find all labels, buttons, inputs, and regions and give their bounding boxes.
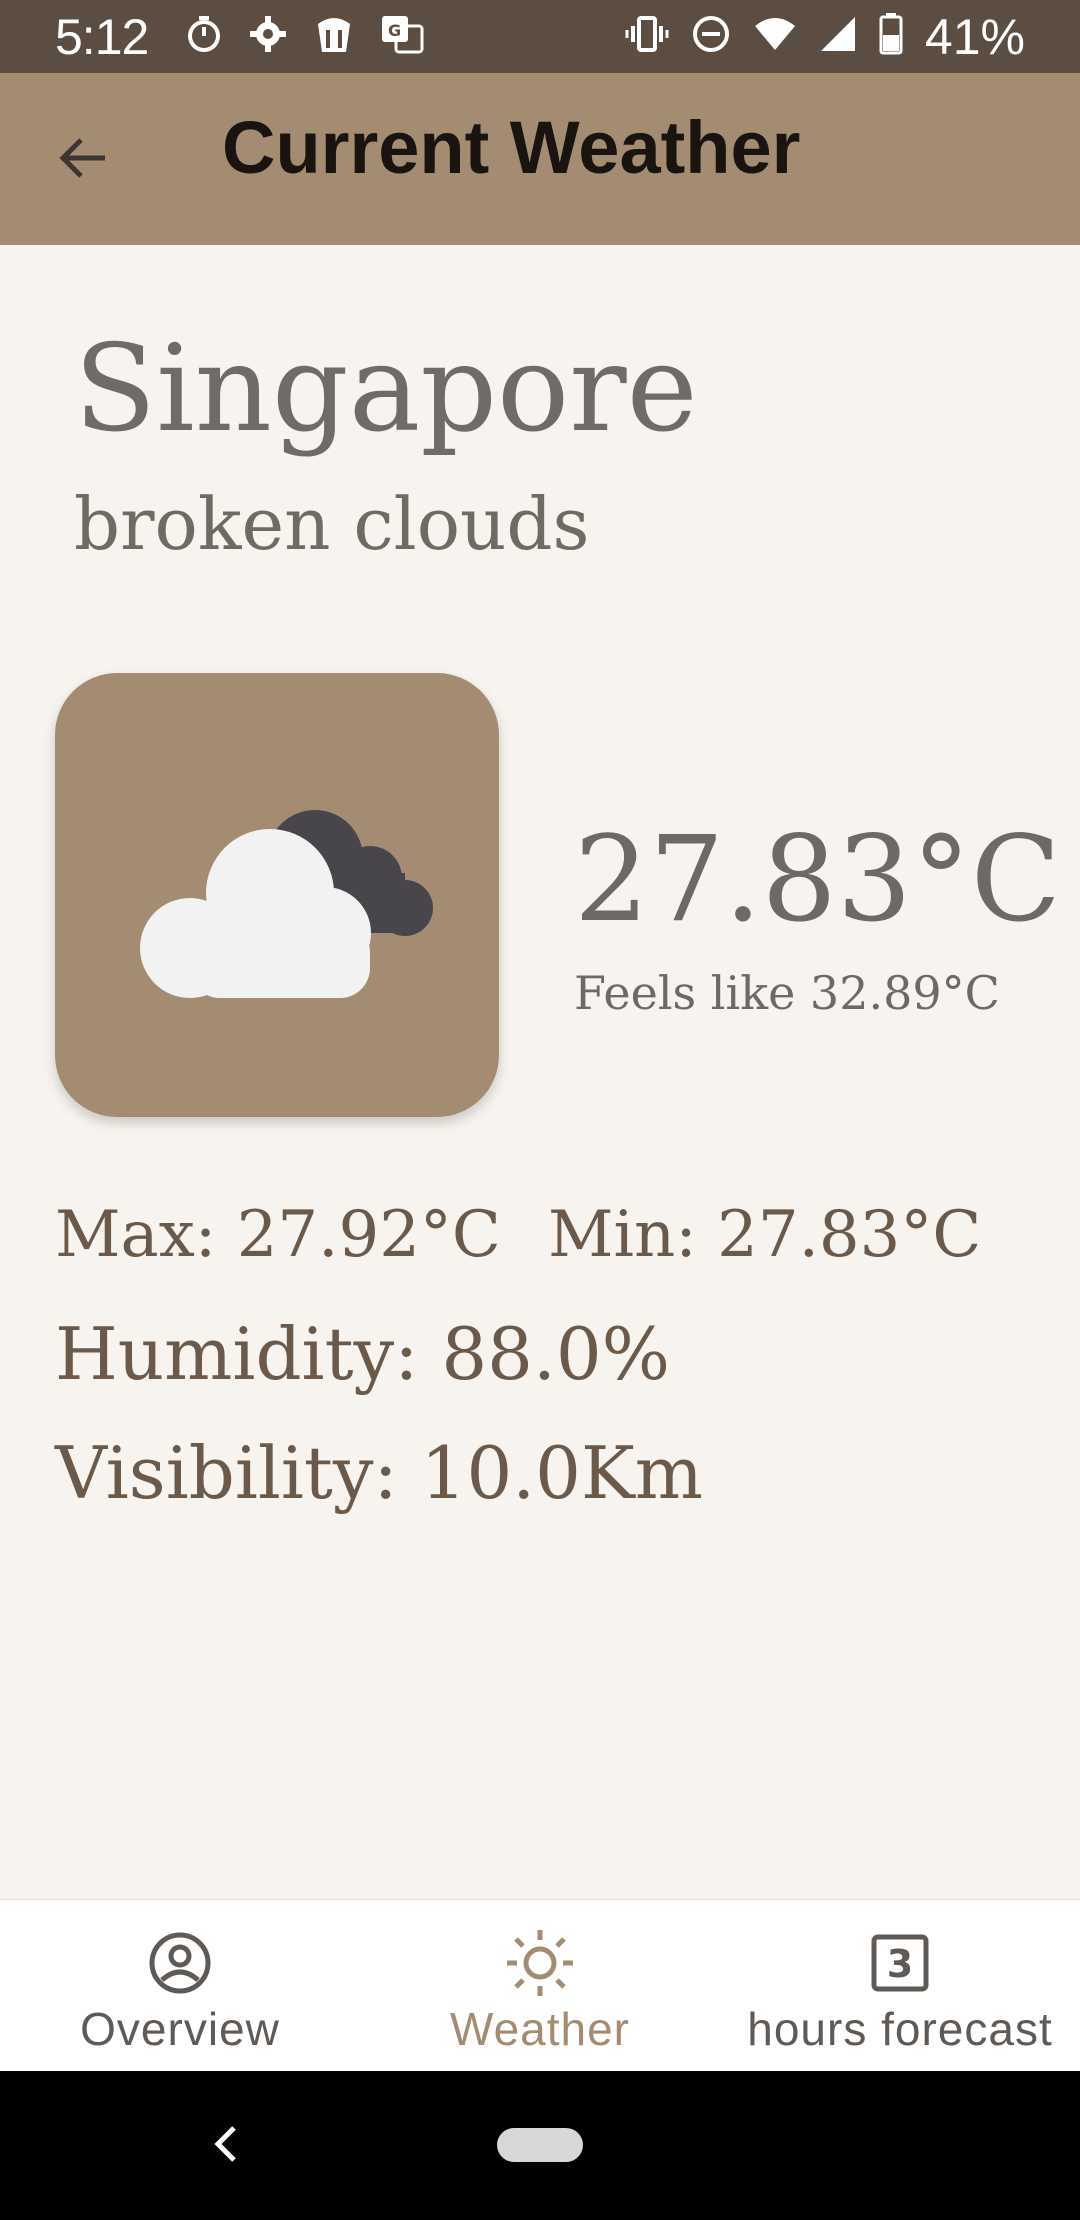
system-home-pill[interactable] bbox=[497, 2128, 583, 2162]
timer-icon bbox=[184, 14, 224, 59]
do-not-disturb-icon bbox=[691, 14, 731, 59]
account-circle-icon bbox=[147, 1930, 213, 1996]
translate-icon: G bbox=[380, 12, 424, 61]
arrow-left-icon bbox=[55, 130, 111, 191]
nav-label-weather: Weather bbox=[449, 2003, 631, 2055]
current-temperature: 27.83°C bbox=[574, 810, 1062, 948]
bottom-navigation: Overview Weather 3 hours forecast bbox=[0, 1899, 1080, 2071]
feels-like-temperature: Feels like 32.89°C bbox=[574, 966, 1000, 1020]
max-temperature: Max: 27.92°C bbox=[55, 1198, 501, 1272]
visibility: Visibility: 10.0Km bbox=[55, 1431, 704, 1515]
system-back-button[interactable] bbox=[205, 2111, 245, 2181]
chevron-left-icon bbox=[210, 2122, 240, 2171]
svg-text:3: 3 bbox=[887, 1942, 913, 1986]
svg-text:G: G bbox=[388, 21, 401, 40]
status-system-icons: 41% bbox=[625, 8, 1025, 66]
status-bar: 5:12 G 41% bbox=[0, 0, 1080, 73]
nav-item-hours-forecast[interactable]: 3 hours forecast bbox=[720, 1900, 1080, 2072]
app-bar: Current Weather bbox=[0, 73, 1080, 245]
ai-bot-icon bbox=[312, 12, 356, 61]
number-3-box-icon: 3 bbox=[870, 1930, 930, 1996]
nav-item-overview[interactable]: Overview bbox=[40, 1900, 320, 2072]
weather-condition: broken clouds bbox=[74, 482, 590, 566]
city-name: Singapore bbox=[74, 320, 698, 459]
back-button[interactable] bbox=[48, 125, 118, 195]
battery-percentage: 41% bbox=[924, 8, 1025, 65]
nav-label-hours-forecast: hours forecast bbox=[747, 2003, 1053, 2055]
weather-icon-card bbox=[55, 673, 499, 1117]
status-time: 5:12 bbox=[55, 8, 149, 65]
humidity: Humidity: 88.0% bbox=[55, 1312, 671, 1396]
signal-icon bbox=[819, 15, 857, 58]
page-title: Current Weather bbox=[222, 106, 801, 189]
settings-gear-icon bbox=[248, 14, 288, 59]
nav-item-weather[interactable]: Weather bbox=[400, 1900, 680, 2072]
battery-icon bbox=[879, 13, 903, 60]
sun-icon bbox=[505, 1930, 575, 1996]
wifi-icon bbox=[753, 16, 797, 57]
status-notification-icons: G bbox=[184, 12, 424, 61]
min-temperature: Min: 27.83°C bbox=[548, 1198, 982, 1272]
vibrate-icon bbox=[625, 14, 669, 59]
nav-label-overview: Overview bbox=[80, 2003, 280, 2055]
